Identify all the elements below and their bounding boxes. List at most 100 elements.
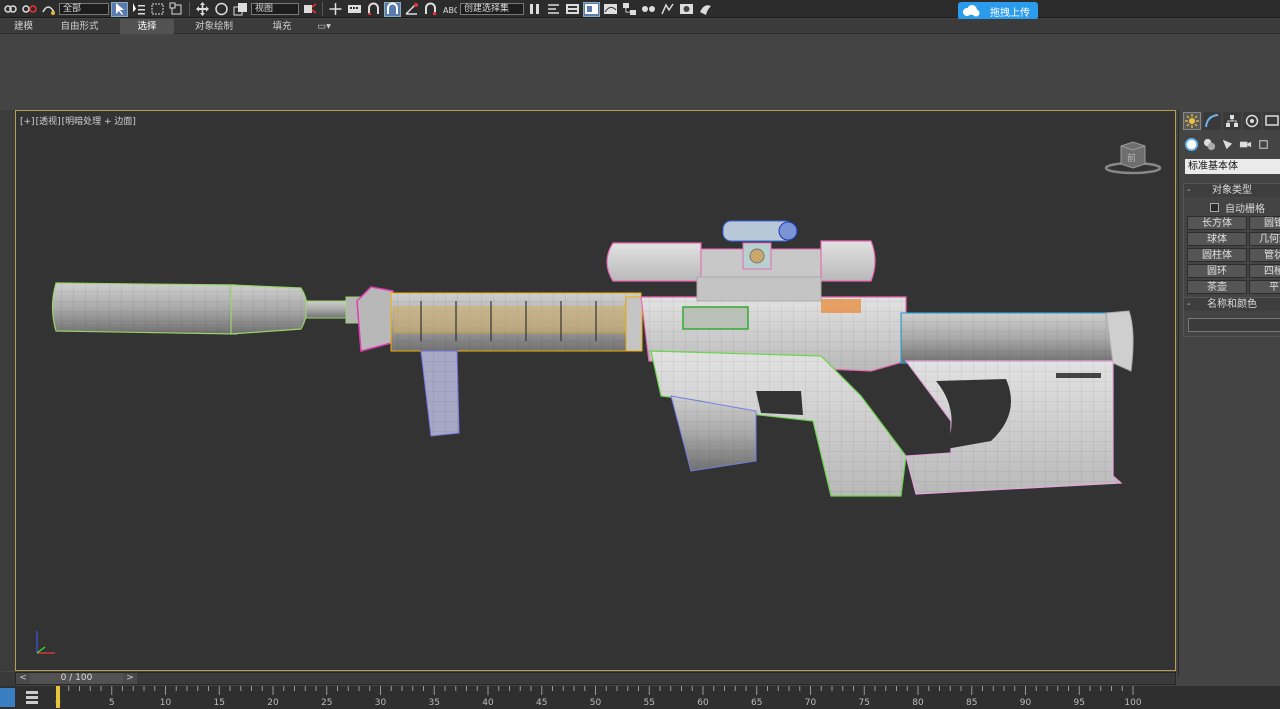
key-filter-icon[interactable] xyxy=(24,689,40,705)
tab-selection[interactable]: 选择 xyxy=(120,19,174,34)
stock-part[interactable] xyxy=(904,360,1123,495)
modify-tab-icon[interactable] xyxy=(1203,112,1221,130)
sphere-button[interactable]: 球体 xyxy=(1187,232,1247,246)
cylinder-button[interactable]: 圆柱体 xyxy=(1187,248,1247,262)
upload-button[interactable]: 拖拽上传 xyxy=(958,2,1038,20)
name-color-rollout-header[interactable]: - 名称和颜色 xyxy=(1183,297,1280,311)
torus-button[interactable]: 圆环 xyxy=(1187,264,1247,278)
selection-filter-dropdown[interactable]: 全部 xyxy=(59,3,109,15)
pivot-icon[interactable] xyxy=(301,2,318,17)
link-icon[interactable] xyxy=(2,2,19,17)
viewcube[interactable]: 前 xyxy=(1103,137,1163,177)
align-icon[interactable] xyxy=(545,2,562,17)
primitive-type-dropdown[interactable]: 标准基本体 xyxy=(1185,159,1280,174)
move-keyboard-icon[interactable] xyxy=(327,2,344,17)
name-color-rollout: - 名称和颜色 xyxy=(1183,297,1280,337)
toolbar-separator xyxy=(189,2,190,16)
object-name-field[interactable] xyxy=(1188,318,1280,332)
unlink-icon[interactable] xyxy=(21,2,38,17)
pyramid-button[interactable]: 四棱锥 xyxy=(1249,264,1280,278)
ruler-tick-label: 100 xyxy=(1124,698,1141,708)
object-type-rollout-header[interactable]: - 对象类型 xyxy=(1183,183,1280,197)
geosphere-button[interactable]: 几何球体 xyxy=(1249,232,1280,246)
ruler-tick-label: 5 xyxy=(109,698,115,708)
name-color-title: 名称和颜色 xyxy=(1207,299,1257,310)
snap-toggle-icon[interactable] xyxy=(384,1,401,17)
schematic-view-icon[interactable] xyxy=(621,2,638,17)
axis-tripod xyxy=(36,631,55,654)
suppressor-part[interactable] xyxy=(51,282,395,335)
viewport-layout-strip xyxy=(0,110,15,671)
percent-snap-icon[interactable] xyxy=(422,2,439,17)
tab-object-paint[interactable]: 对象绘制 xyxy=(180,19,248,34)
lights-icon[interactable] xyxy=(1219,136,1235,152)
select-object-icon[interactable] xyxy=(111,1,128,17)
trackbar[interactable]: 0510152025303540455055606570758085909510… xyxy=(0,686,1280,709)
viewcube-face-label[interactable]: 前 xyxy=(1127,152,1136,164)
motion-tab-icon[interactable] xyxy=(1243,112,1261,130)
scale-icon[interactable] xyxy=(232,2,249,17)
keyboard-icon[interactable] xyxy=(346,2,363,17)
layer-manager-icon[interactable] xyxy=(564,2,581,17)
render-frame-icon[interactable] xyxy=(678,2,695,17)
shapes-icon[interactable] xyxy=(1201,136,1217,152)
ruler-tick-label: 60 xyxy=(697,698,709,708)
time-slider-prev-button[interactable]: < xyxy=(16,673,30,684)
material-editor-icon[interactable] xyxy=(640,2,657,17)
box-button[interactable]: 长方体 xyxy=(1187,216,1247,230)
cameras-icon[interactable] xyxy=(1237,136,1253,152)
rotate-icon[interactable] xyxy=(213,2,230,17)
auto-grid-check-box[interactable] xyxy=(1210,202,1219,212)
create-tab-icon[interactable] xyxy=(1183,112,1201,130)
hierarchy-tab-icon[interactable] xyxy=(1223,112,1241,130)
lower-receiver-part[interactable] xyxy=(650,350,907,497)
main-toolbar: 全部 视图 ABC 创建选择集 拖拽上传 xyxy=(0,0,1280,20)
rifle-model[interactable] xyxy=(16,111,1177,672)
ruler-tick-label: 35 xyxy=(429,698,440,708)
perspective-viewport[interactable]: [+][透视][明暗处理 + 边面] 前 xyxy=(15,110,1176,671)
display-tab-icon[interactable] xyxy=(1263,112,1280,130)
vertical-grip-part[interactable] xyxy=(420,350,460,437)
snap-2d-icon[interactable] xyxy=(365,2,382,17)
auto-grid-checkbox[interactable]: 自动栅格 xyxy=(1184,200,1280,215)
time-slider[interactable]: < 0 / 100 > xyxy=(15,672,1176,685)
time-slider-next-button[interactable]: > xyxy=(123,673,137,684)
ribbon-options-icon[interactable]: ▭▾ xyxy=(310,19,338,34)
bind-space-warp-icon[interactable] xyxy=(40,2,57,17)
rect-selection-icon[interactable] xyxy=(149,2,166,17)
reference-coord-dropdown[interactable]: 视图 xyxy=(251,3,299,15)
ruler-tick-label: 25 xyxy=(321,698,332,708)
mini-curve-toggle-icon[interactable] xyxy=(0,688,15,707)
current-frame-marker[interactable] xyxy=(56,686,60,708)
helpers-icon[interactable] xyxy=(1255,136,1271,152)
frame-ruler[interactable]: 0510152025303540455055606570758085909510… xyxy=(54,686,1144,709)
window-crossing-icon[interactable] xyxy=(168,2,185,17)
teapot-button[interactable]: 茶壶 xyxy=(1187,280,1247,294)
scope-part[interactable] xyxy=(606,220,876,302)
time-slider-thumb[interactable]: 0 / 100 xyxy=(30,673,123,684)
geometry-icon[interactable] xyxy=(1183,136,1199,152)
tab-modeling[interactable]: 建模 xyxy=(0,19,47,34)
move-icon[interactable] xyxy=(194,2,211,17)
curve-editor-icon[interactable] xyxy=(602,2,619,17)
cone-button[interactable]: 圆锥体 xyxy=(1249,216,1280,230)
plane-button[interactable]: 平面 xyxy=(1249,280,1280,294)
select-by-name-icon[interactable] xyxy=(130,2,147,17)
render-setup-icon[interactable] xyxy=(659,2,676,17)
render-icon[interactable] xyxy=(697,2,714,17)
ruler-tick-label: 10 xyxy=(160,698,172,708)
ruler-tick-label: 45 xyxy=(536,698,547,708)
tube-button[interactable]: 管状体 xyxy=(1249,248,1280,262)
scene-explorer-icon[interactable] xyxy=(583,1,600,17)
tab-freeform[interactable]: 自由形式 xyxy=(47,19,112,34)
tab-populate[interactable]: 填充 xyxy=(258,19,306,34)
spinner-snap-icon[interactable]: ABC xyxy=(441,2,458,17)
ruler-tick-label: 95 xyxy=(1074,698,1085,708)
ruler-tick-label: 65 xyxy=(751,698,762,708)
angle-snap-icon[interactable] xyxy=(403,2,420,17)
handguard-part[interactable] xyxy=(356,286,643,352)
ruler-tick-label: 30 xyxy=(375,698,387,708)
ruler-tick-label: 80 xyxy=(912,698,924,708)
mirror-icon[interactable] xyxy=(526,2,543,17)
named-selection-dropdown[interactable]: 创建选择集 xyxy=(460,3,524,15)
